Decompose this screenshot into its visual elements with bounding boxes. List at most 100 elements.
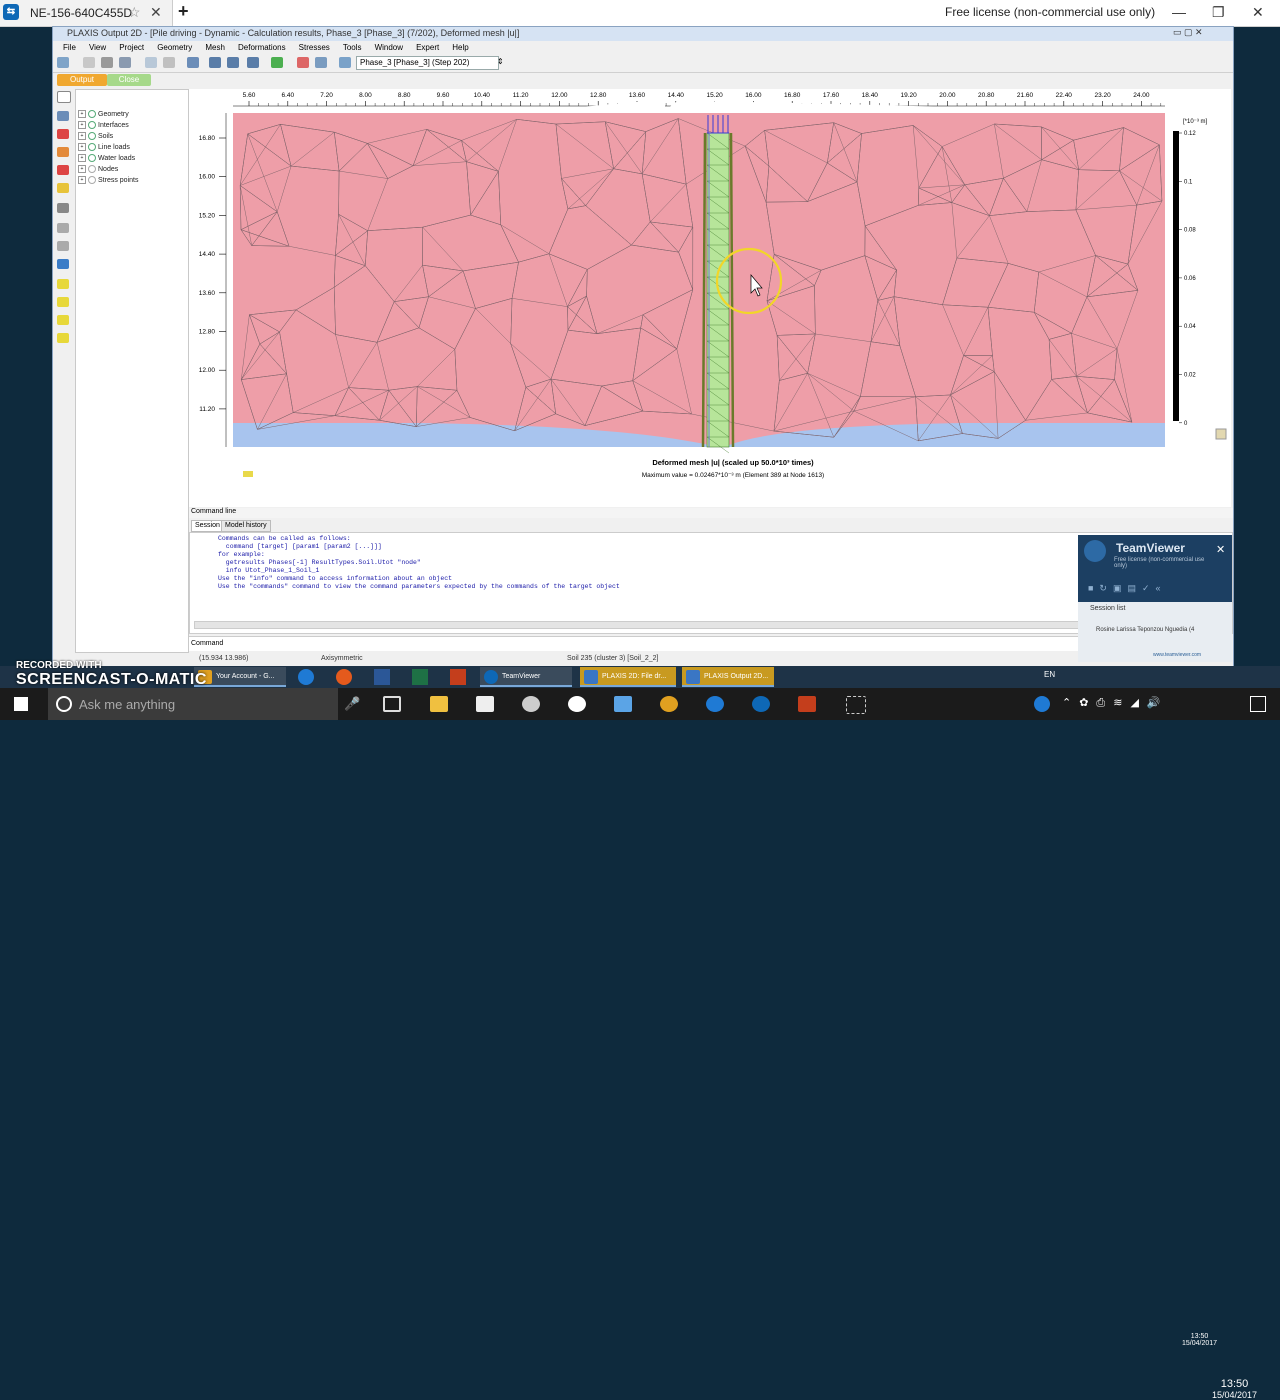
zoom-out-icon[interactable]	[227, 57, 239, 68]
excel-icon[interactable]	[412, 669, 428, 685]
copy-icon[interactable]	[83, 57, 95, 68]
close-tab-icon[interactable]: ✕	[150, 4, 162, 21]
table-icon[interactable]	[315, 57, 327, 68]
move-icon[interactable]	[271, 57, 283, 68]
print-icon[interactable]	[101, 57, 113, 68]
taskbar-plaxis-output[interactable]: PLAXIS Output 2D...	[682, 667, 774, 687]
file-explorer-icon[interactable]	[430, 696, 448, 712]
distance-icon[interactable]	[57, 223, 69, 233]
open-icon[interactable]	[57, 57, 69, 68]
menu-expert[interactable]: Expert	[416, 43, 439, 52]
close-window-icon[interactable]: ✕	[1252, 4, 1264, 21]
menu-stresses[interactable]: Stresses	[299, 43, 330, 52]
window-controls-icon[interactable]: ▭ ▢ ✕	[1173, 27, 1203, 38]
node-icon[interactable]	[57, 165, 69, 175]
arrow-label-icon[interactable]	[57, 297, 69, 307]
taskbar-teamviewer[interactable]: TeamViewer	[480, 667, 572, 687]
plot-caption: Deformed mesh |u| (scaled up 50.0*10³ ti…	[652, 458, 814, 467]
line-icon[interactable]	[57, 203, 69, 213]
camera-icon[interactable]	[522, 696, 540, 712]
tree-item-water-loads[interactable]: +Water loads	[78, 154, 135, 162]
tree-item-soils[interactable]: +Soils	[78, 132, 113, 140]
edit-label-icon[interactable]	[57, 333, 69, 343]
horizontal-scrollbar[interactable]	[194, 621, 1226, 629]
tree-item-stress-points[interactable]: +Stress points	[78, 176, 138, 184]
tray-info-icon[interactable]	[1034, 696, 1050, 712]
draw-icon[interactable]	[297, 57, 309, 68]
hide-icon[interactable]	[57, 241, 69, 251]
select-icon[interactable]	[57, 91, 71, 103]
pan-icon[interactable]	[187, 57, 199, 68]
zoom-in-icon[interactable]	[209, 57, 221, 68]
tree-item-nodes[interactable]: +Nodes	[78, 165, 118, 173]
text-label-icon[interactable]	[57, 315, 69, 325]
tree-item-geometry[interactable]: +Geometry	[78, 110, 129, 118]
menu-window[interactable]: Window	[375, 43, 403, 52]
teamviewer-panel-actions-icon[interactable]: ■↻▣▤✓«	[1088, 583, 1167, 594]
session-list-title[interactable]: Session list	[1090, 605, 1125, 612]
search-box[interactable]: Ask me anything 🎤	[48, 688, 338, 720]
word-icon[interactable]	[374, 669, 390, 685]
menu-deformations[interactable]: Deformations	[238, 43, 286, 52]
windows-start-icon[interactable]	[14, 697, 28, 711]
language-indicator[interactable]: EN	[1044, 670, 1055, 679]
rotate-icon[interactable]	[163, 57, 175, 68]
tab-output[interactable]: Output	[57, 74, 107, 86]
minimize-icon[interactable]: —	[1172, 4, 1186, 20]
deformed-mesh-plot[interactable]: 5.606.407.208.008.809.6010.4011.2012.001…	[189, 89, 1231, 507]
command-input[interactable]: Command	[189, 636, 1231, 651]
info-icon[interactable]	[57, 259, 69, 269]
teamviewer-panel-close-icon[interactable]: ✕	[1216, 543, 1225, 556]
menu-geometry[interactable]: Geometry	[157, 43, 192, 52]
teamviewer-taskbar-icon[interactable]	[752, 696, 770, 712]
tab-close[interactable]: Close	[107, 74, 151, 86]
menu-mesh[interactable]: Mesh	[205, 43, 225, 52]
photos-icon[interactable]	[614, 696, 632, 712]
point-icon[interactable]	[57, 129, 69, 139]
teamviewer-link[interactable]: www.teamviewer.com	[1153, 652, 1201, 658]
cross-section-icon[interactable]	[57, 111, 69, 121]
tab-model-history[interactable]: Model history	[221, 520, 271, 532]
snip-icon[interactable]	[846, 696, 866, 714]
tree-item-line-loads[interactable]: +Line loads	[78, 143, 130, 151]
store-icon[interactable]	[476, 696, 494, 712]
add-tab-icon[interactable]: +	[178, 1, 189, 22]
task-view-icon[interactable]	[383, 696, 401, 712]
plot-canvas[interactable]: 5.606.407.208.008.809.6010.4011.2012.001…	[189, 89, 1231, 507]
session-list-user[interactable]: Rosine Larissa Teponzou Nguedia (4	[1096, 627, 1194, 633]
powerpoint-taskbar-icon[interactable]	[798, 696, 816, 712]
tab-session[interactable]: Session	[191, 520, 224, 532]
pencil-icon[interactable]	[57, 183, 69, 193]
zoom-window-icon[interactable]	[247, 57, 259, 68]
phase-select[interactable]: Phase_3 [Phase_3] (Step 202)	[356, 56, 499, 70]
menu-project[interactable]: Project	[119, 43, 144, 52]
label-icon[interactable]	[57, 279, 69, 289]
taskbar-chrome[interactable]: Your Account - G...	[194, 667, 286, 687]
menu-view[interactable]: View	[89, 43, 106, 52]
hp-icon[interactable]	[568, 696, 586, 712]
powerpoint-icon[interactable]	[450, 669, 466, 685]
phase-icon[interactable]	[339, 57, 351, 68]
restore-icon[interactable]: ❐	[1212, 4, 1225, 21]
menu-tools[interactable]: Tools	[343, 43, 362, 52]
phase-stepper-icon[interactable]: ⇕	[497, 57, 504, 66]
chrome-taskbar-icon[interactable]	[660, 696, 678, 712]
log-line: Use the "commands" command to view the c…	[218, 583, 620, 590]
tray-icons[interactable]: ⌃✿⎙≋◢🔊	[1062, 696, 1169, 710]
session-tab[interactable]: ⇆ NE-156-640C455D ☆ ✕	[0, 0, 173, 26]
y-tick-label: 15.20	[199, 212, 216, 219]
edge-icon[interactable]	[298, 669, 314, 685]
star-icon[interactable]: ☆	[128, 4, 141, 21]
tree-item-interfaces[interactable]: +Interfaces	[78, 121, 129, 129]
firefox-icon[interactable]	[336, 669, 352, 685]
taskbar-clock[interactable]: 13:50 15/04/2017	[1212, 1378, 1257, 1400]
curve-icon[interactable]	[57, 147, 69, 157]
notifications-icon[interactable]	[1250, 696, 1266, 712]
menu-help[interactable]: Help	[452, 43, 468, 52]
teamviewer-panel-logo-icon	[1084, 540, 1106, 562]
menu-file[interactable]: File	[63, 43, 76, 52]
image-icon[interactable]	[145, 57, 157, 68]
save-icon[interactable]	[119, 57, 131, 68]
taskbar-plaxis-input[interactable]: PLAXIS 2D: File dr...	[580, 667, 676, 687]
edge-taskbar-icon[interactable]	[706, 696, 724, 712]
